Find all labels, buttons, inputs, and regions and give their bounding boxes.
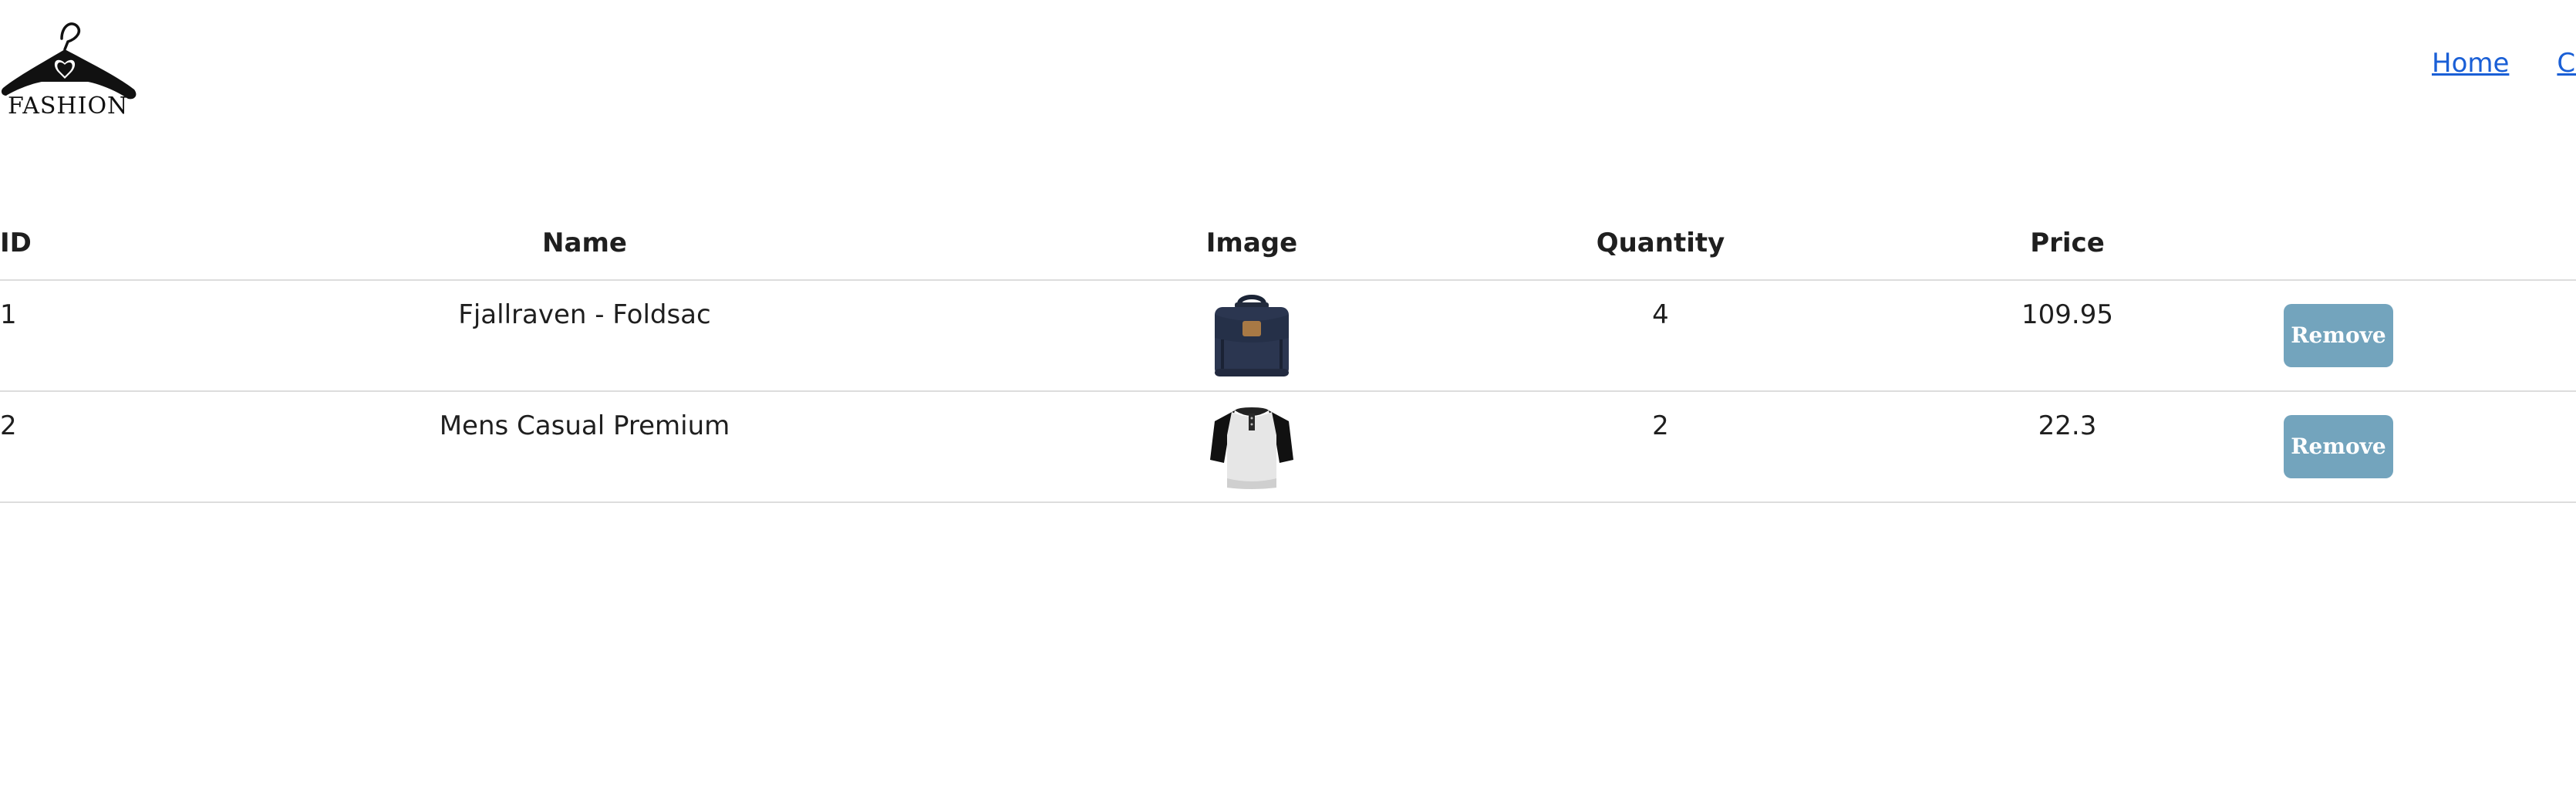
cell-name: Mens Casual Premium <box>29 391 1140 503</box>
cart-table: ID Name Image Quantity Price 1 Fjallrave… <box>0 207 2576 503</box>
cell-image <box>1140 391 1364 503</box>
table-row: 2 Mens Casual Premium 2 22.3 Remove <box>0 391 2576 503</box>
cell-action: Remove <box>2177 391 2576 503</box>
cell-name: Fjallraven - Foldsac <box>29 280 1140 392</box>
cell-image <box>1140 280 1364 392</box>
top-nav: Home Cart <box>2432 48 2576 79</box>
cell-id: 1 <box>0 280 29 392</box>
cell-quantity: 2 <box>1364 391 1957 503</box>
cell-price: 22.3 <box>1957 391 2177 503</box>
header-quantity: Quantity <box>1364 207 1957 281</box>
remove-button[interactable]: Remove <box>2284 414 2393 478</box>
table-row: 1 Fjallraven - Foldsac 4 109.95 Remove <box>0 280 2576 392</box>
page: FASHION Home Cart ID Name Image Quantity … <box>0 0 2576 790</box>
header-id: ID <box>0 207 32 281</box>
cell-id: 2 <box>0 391 29 503</box>
header-price: Price <box>1957 207 2177 281</box>
nav-link-home[interactable]: Home <box>2432 48 2509 79</box>
header-action <box>2177 207 2576 281</box>
header-image: Image <box>1140 207 1364 281</box>
cell-action: Remove <box>2177 280 2576 392</box>
brand-logo-text: FASHION <box>8 93 129 120</box>
nav-link-cart[interactable]: Cart <box>2557 48 2576 79</box>
backpack-icon <box>1215 295 1289 376</box>
header-name: Name <box>29 207 1140 281</box>
table-header-row: ID Name Image Quantity Price <box>0 207 2576 281</box>
remove-button[interactable]: Remove <box>2284 303 2393 367</box>
tshirt-icon <box>1210 407 1293 489</box>
cell-quantity: 4 <box>1364 280 1957 392</box>
cell-price: 109.95 <box>1957 280 2177 392</box>
brand-logo[interactable]: FASHION <box>0 8 150 123</box>
